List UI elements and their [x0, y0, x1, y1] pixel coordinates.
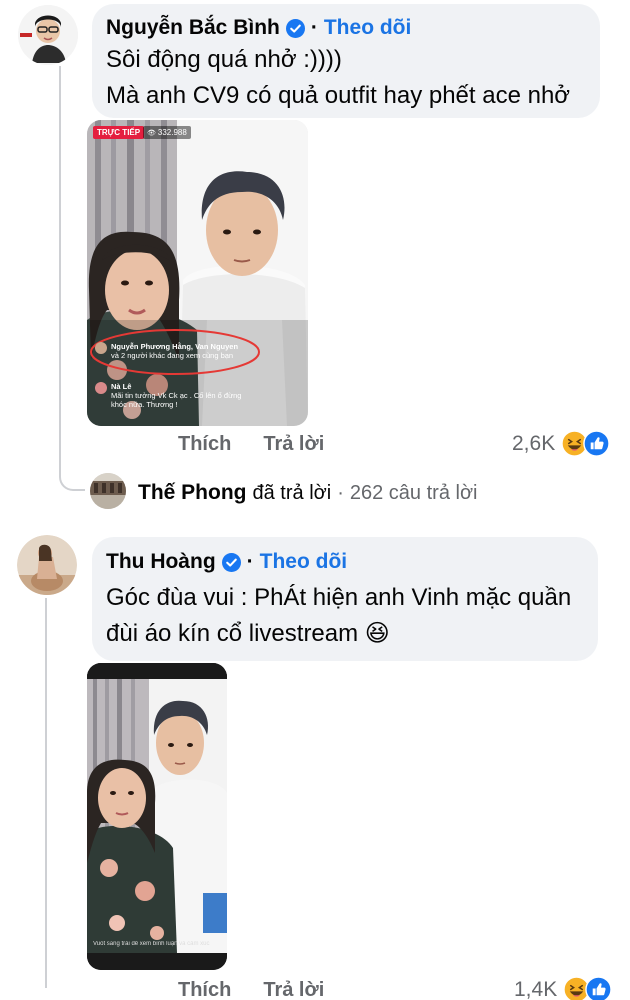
reply-author: Thế Phong [138, 481, 247, 504]
livestream-image [87, 663, 227, 970]
reply-count: 262 câu trả lời [349, 481, 478, 504]
comment-header: Thu Hoàng · Theo dõi [106, 550, 584, 574]
verified-badge-icon [285, 18, 305, 38]
reaction-count: 1,4K [514, 977, 558, 1000]
comment-author[interactable]: Thu Hoàng [106, 550, 216, 574]
reply-separator: · [337, 481, 344, 504]
overlay-text: Mãi tin tưởng Vk Ck ạc . Cố lên ổ đừng k… [111, 391, 242, 409]
like-button[interactable]: Thích [178, 433, 231, 456]
comment-text-line: đùi áo kín cổ livestream 😆 [106, 620, 390, 647]
comment-photo-1[interactable]: TRỰC TIẾP 👁 332.988 Nguyễn Phương Hằng, … [87, 120, 308, 426]
overlay-avatar [95, 342, 107, 354]
comment-text-line: Sôi động quá nhở :)))) [106, 46, 342, 73]
viewer-count-text: 332.988 [157, 128, 187, 137]
comment-text-line: Mà anh CV9 có quả outfit hay phết ace nh… [106, 82, 571, 109]
comment-bubble-2: Thu Hoàng · Theo dõi Góc đùa vui : PhÁt … [92, 537, 598, 661]
viewer-count: 👁 332.988 [143, 126, 191, 139]
comment-actions-1: Thích Trả lời [178, 433, 356, 456]
footer-text: Vuốt sang trái để xem bình luận và cảm x… [93, 941, 210, 947]
comment-header: Nguyễn Bắc Bình · Theo dõi [106, 16, 586, 40]
live-footer-text: Vuốt sang trái để xem bình luận và cảm x… [93, 941, 223, 947]
comment-author[interactable]: Nguyễn Bắc Bình [106, 16, 280, 40]
live-overlay-comment: Nà Lê Mãi tin tưởng Vk Ck ạc . Cố lên ổ … [95, 382, 255, 409]
verified-badge-icon [221, 552, 241, 572]
live-overlay-comment: Nguyễn Phương Hằng, Van Nguyen và 2 ngườ… [95, 342, 265, 360]
comment-photo-2[interactable]: Vuốt sang trái để xem bình luận và cảm x… [87, 663, 227, 970]
follow-button[interactable]: Theo dõi [260, 550, 348, 574]
avatar-thu-hoang[interactable] [17, 535, 77, 595]
overlay-avatar [95, 382, 107, 394]
like-reaction-icon [585, 976, 612, 1000]
overlay-text: và 2 người khác đang xem cùng bạn [111, 351, 234, 360]
eye-icon: 👁 [147, 129, 156, 137]
like-reaction-icon [583, 430, 610, 457]
thread-elbow-1 [59, 455, 85, 491]
avatar-illustration [90, 473, 126, 509]
reply-action: đã trả lời [252, 481, 332, 504]
livestream-image [87, 120, 308, 426]
separator-dot: · [246, 550, 254, 573]
thread-line-2 [45, 598, 47, 988]
reply-button[interactable]: Trả lời [263, 979, 324, 1000]
follow-button[interactable]: Theo dõi [324, 16, 412, 40]
reaction-count: 2,6K [512, 431, 556, 455]
view-replies-link[interactable]: Thế Phong đã trả lời · 262 câu trả lời [138, 481, 478, 505]
overlay-name: Nguyễn Phương Hằng, Van Nguyen [111, 342, 239, 351]
reply-button[interactable]: Trả lời [263, 433, 324, 456]
reaction-summary-1[interactable]: 2,6K [512, 430, 610, 457]
comment-bubble-1: Nguyễn Bắc Bình · Theo dõi Sôi động quá … [92, 4, 600, 118]
avatar-illustration [17, 535, 77, 595]
avatar-the-phong[interactable] [90, 473, 126, 509]
comment-actions-2: Thích Trả lời [178, 979, 356, 1000]
avatar-nguyen-bac-binh[interactable] [18, 5, 78, 65]
overlay-name: Nà Lê [111, 382, 132, 391]
avatar-illustration [18, 5, 78, 65]
like-button[interactable]: Thích [178, 979, 231, 1000]
live-badge: TRỰC TIẾP [93, 126, 145, 139]
comment-text-line: Góc đùa vui : PhÁt hiện anh Vinh mặc quầ… [106, 584, 572, 611]
live-badge-text: TRỰC TIẾP [97, 128, 141, 137]
thread-line-1 [59, 66, 61, 466]
reaction-summary-2[interactable]: 1,4K [514, 976, 612, 1000]
separator-dot: · [310, 16, 318, 39]
